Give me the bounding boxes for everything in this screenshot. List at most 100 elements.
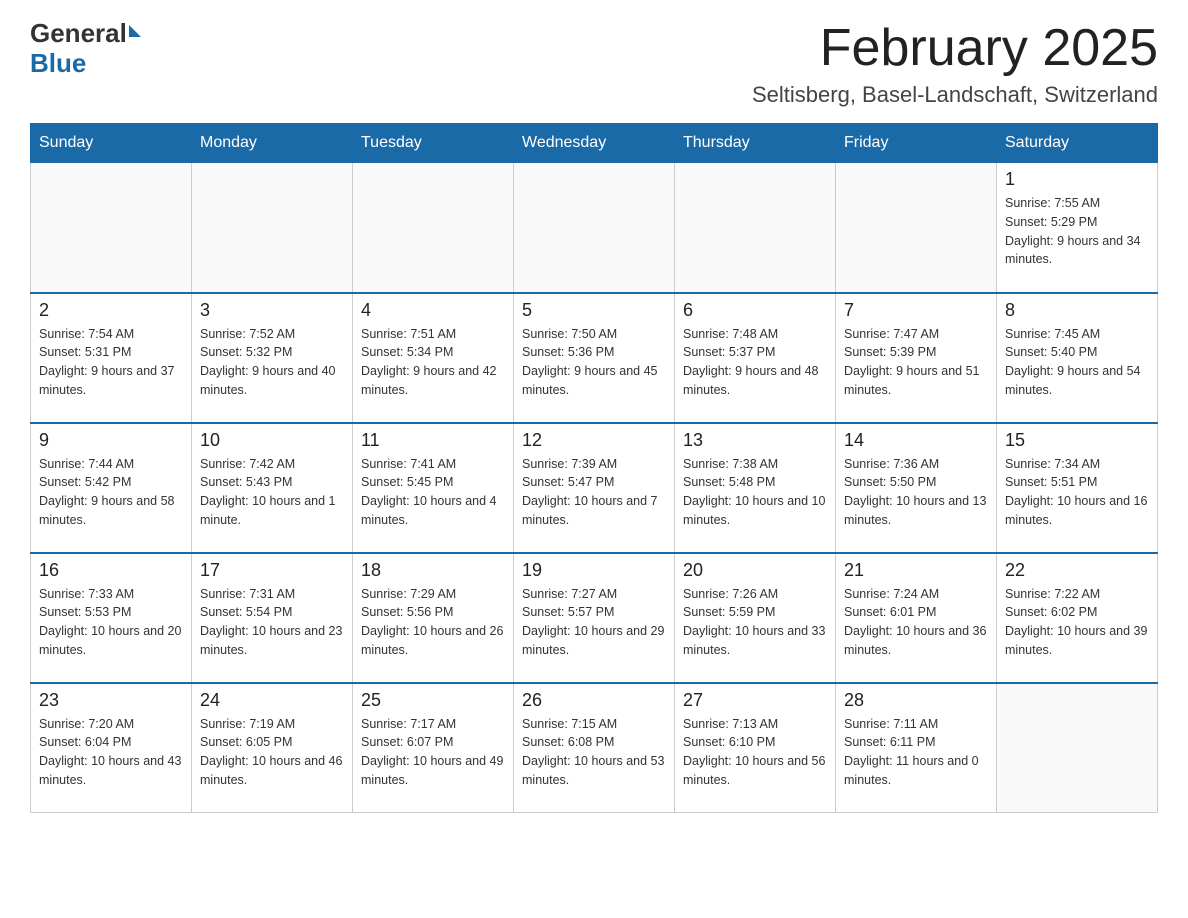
day-info: Sunrise: 7:54 AMSunset: 5:31 PMDaylight:… bbox=[39, 325, 183, 400]
day-info: Sunrise: 7:34 AMSunset: 5:51 PMDaylight:… bbox=[1005, 455, 1149, 530]
day-info: Sunrise: 7:26 AMSunset: 5:59 PMDaylight:… bbox=[683, 585, 827, 660]
day-number: 19 bbox=[522, 560, 666, 581]
calendar-cell-w5-d2: 25 Sunrise: 7:17 AMSunset: 6:07 PMDayligh… bbox=[353, 683, 514, 813]
header-tuesday: Tuesday bbox=[353, 124, 514, 163]
calendar-cell-w3-d4: 13 Sunrise: 7:38 AMSunset: 5:48 PMDayligh… bbox=[675, 423, 836, 553]
day-info: Sunrise: 7:31 AMSunset: 5:54 PMDaylight:… bbox=[200, 585, 344, 660]
calendar-cell-w4-d1: 17Sunrise: 7:31 AMSunset: 5:54 PMDayligh… bbox=[192, 553, 353, 683]
day-info: Sunrise: 7:22 AMSunset: 6:02 PMDaylight:… bbox=[1005, 585, 1149, 660]
day-number: 5 bbox=[522, 300, 666, 321]
day-number: 20 bbox=[683, 560, 827, 581]
header-monday: Monday bbox=[192, 124, 353, 163]
day-info: Sunrise: 7:11 AMSunset: 6:11 PMDaylight:… bbox=[844, 715, 988, 790]
day-number: 1 bbox=[1005, 169, 1149, 190]
day-number: 16 bbox=[39, 560, 183, 581]
calendar-week-3: 9Sunrise: 7:44 AMSunset: 5:42 PMDaylight… bbox=[31, 423, 1158, 553]
calendar-cell-w2-d3: 5 Sunrise: 7:50 AMSunset: 5:36 PMDaylight… bbox=[514, 293, 675, 423]
header-thursday: Thursday bbox=[675, 124, 836, 163]
day-info: Sunrise: 7:29 AMSunset: 5:56 PMDaylight:… bbox=[361, 585, 505, 660]
day-number: 14 bbox=[844, 430, 988, 451]
calendar-cell-w1-d6: 1Sunrise: 7:55 AMSunset: 5:29 PMDaylight… bbox=[997, 163, 1158, 293]
calendar-cell-w2-d2: 4 Sunrise: 7:51 AMSunset: 5:34 PMDaylight… bbox=[353, 293, 514, 423]
day-number: 28 bbox=[844, 690, 988, 711]
calendar-cell-w5-d5: 28 Sunrise: 7:11 AMSunset: 6:11 PMDayligh… bbox=[836, 683, 997, 813]
day-info: Sunrise: 7:45 AMSunset: 5:40 PMDaylight:… bbox=[1005, 325, 1149, 400]
day-info: Sunrise: 7:51 AMSunset: 5:34 PMDaylight:… bbox=[361, 325, 505, 400]
day-info: Sunrise: 7:13 AMSunset: 6:10 PMDaylight:… bbox=[683, 715, 827, 790]
calendar-week-1: 1Sunrise: 7:55 AMSunset: 5:29 PMDaylight… bbox=[31, 163, 1158, 293]
calendar-cell-w1-d3 bbox=[514, 163, 675, 293]
day-info: Sunrise: 7:41 AMSunset: 5:45 PMDaylight:… bbox=[361, 455, 505, 530]
day-number: 2 bbox=[39, 300, 183, 321]
calendar-cell-w4-d6: 22 Sunrise: 7:22 AMSunset: 6:02 PMDayligh… bbox=[997, 553, 1158, 683]
day-info: Sunrise: 7:47 AMSunset: 5:39 PMDaylight:… bbox=[844, 325, 988, 400]
calendar-cell-w3-d1: 10Sunrise: 7:42 AMSunset: 5:43 PMDayligh… bbox=[192, 423, 353, 553]
calendar-week-4: 16 Sunrise: 7:33 AMSunset: 5:53 PMDayligh… bbox=[31, 553, 1158, 683]
day-number: 27 bbox=[683, 690, 827, 711]
title-section: February 2025 Seltisberg, Basel-Landscha… bbox=[752, 20, 1158, 108]
day-number: 3 bbox=[200, 300, 344, 321]
day-info: Sunrise: 7:36 AMSunset: 5:50 PMDaylight:… bbox=[844, 455, 988, 530]
header-wednesday: Wednesday bbox=[514, 124, 675, 163]
logo: General Blue bbox=[30, 20, 141, 79]
page-header: General Blue February 2025 Seltisberg, B… bbox=[30, 20, 1158, 108]
day-number: 11 bbox=[361, 430, 505, 451]
calendar-cell-w5-d1: 24 Sunrise: 7:19 AMSunset: 6:05 PMDayligh… bbox=[192, 683, 353, 813]
day-number: 22 bbox=[1005, 560, 1149, 581]
day-info: Sunrise: 7:24 AMSunset: 6:01 PMDaylight:… bbox=[844, 585, 988, 660]
calendar-cell-w5-d4: 27 Sunrise: 7:13 AMSunset: 6:10 PMDayligh… bbox=[675, 683, 836, 813]
day-info: Sunrise: 7:19 AMSunset: 6:05 PMDaylight:… bbox=[200, 715, 344, 790]
calendar-cell-w2-d1: 3 Sunrise: 7:52 AMSunset: 5:32 PMDaylight… bbox=[192, 293, 353, 423]
calendar-cell-w4-d4: 20 Sunrise: 7:26 AMSunset: 5:59 PMDayligh… bbox=[675, 553, 836, 683]
day-number: 25 bbox=[361, 690, 505, 711]
calendar-cell-w3-d3: 12 Sunrise: 7:39 AMSunset: 5:47 PMDayligh… bbox=[514, 423, 675, 553]
day-number: 24 bbox=[200, 690, 344, 711]
day-number: 8 bbox=[1005, 300, 1149, 321]
calendar-cell-w4-d3: 19 Sunrise: 7:27 AMSunset: 5:57 PMDayligh… bbox=[514, 553, 675, 683]
day-info: Sunrise: 7:33 AMSunset: 5:53 PMDaylight:… bbox=[39, 585, 183, 660]
calendar-cell-w5-d3: 26Sunrise: 7:15 AMSunset: 6:08 PMDayligh… bbox=[514, 683, 675, 813]
day-number: 7 bbox=[844, 300, 988, 321]
header-friday: Friday bbox=[836, 124, 997, 163]
day-info: Sunrise: 7:39 AMSunset: 5:47 PMDaylight:… bbox=[522, 455, 666, 530]
day-number: 9 bbox=[39, 430, 183, 451]
day-number: 13 bbox=[683, 430, 827, 451]
header-sunday: Sunday bbox=[31, 124, 192, 163]
calendar-cell-w5-d0: 23 Sunrise: 7:20 AMSunset: 6:04 PMDayligh… bbox=[31, 683, 192, 813]
day-number: 6 bbox=[683, 300, 827, 321]
day-info: Sunrise: 7:52 AMSunset: 5:32 PMDaylight:… bbox=[200, 325, 344, 400]
calendar-cell-w4-d5: 21 Sunrise: 7:24 AMSunset: 6:01 PMDayligh… bbox=[836, 553, 997, 683]
calendar-cell-w1-d4 bbox=[675, 163, 836, 293]
day-info: Sunrise: 7:50 AMSunset: 5:36 PMDaylight:… bbox=[522, 325, 666, 400]
day-info: Sunrise: 7:38 AMSunset: 5:48 PMDaylight:… bbox=[683, 455, 827, 530]
calendar-cell-w1-d1 bbox=[192, 163, 353, 293]
calendar-cell-w2-d4: 6 Sunrise: 7:48 AMSunset: 5:37 PMDaylight… bbox=[675, 293, 836, 423]
day-info: Sunrise: 7:15 AMSunset: 6:08 PMDaylight:… bbox=[522, 715, 666, 790]
day-number: 18 bbox=[361, 560, 505, 581]
location-subtitle: Seltisberg, Basel-Landschaft, Switzerlan… bbox=[752, 82, 1158, 108]
logo-general-text: General bbox=[30, 20, 127, 46]
weekday-header-row: Sunday Monday Tuesday Wednesday Thursday… bbox=[31, 124, 1158, 163]
calendar-cell-w3-d2: 11 Sunrise: 7:41 AMSunset: 5:45 PMDayligh… bbox=[353, 423, 514, 553]
calendar-cell-w3-d6: 15Sunrise: 7:34 AMSunset: 5:51 PMDayligh… bbox=[997, 423, 1158, 553]
calendar-cell-w2-d0: 2 Sunrise: 7:54 AMSunset: 5:31 PMDaylight… bbox=[31, 293, 192, 423]
day-info: Sunrise: 7:20 AMSunset: 6:04 PMDaylight:… bbox=[39, 715, 183, 790]
day-number: 23 bbox=[39, 690, 183, 711]
calendar-cell-w3-d0: 9Sunrise: 7:44 AMSunset: 5:42 PMDaylight… bbox=[31, 423, 192, 553]
calendar-cell-w5-d6 bbox=[997, 683, 1158, 813]
calendar-cell-w1-d5 bbox=[836, 163, 997, 293]
header-saturday: Saturday bbox=[997, 124, 1158, 163]
day-info: Sunrise: 7:48 AMSunset: 5:37 PMDaylight:… bbox=[683, 325, 827, 400]
logo-arrow-icon bbox=[129, 25, 141, 37]
day-number: 21 bbox=[844, 560, 988, 581]
calendar-week-5: 23 Sunrise: 7:20 AMSunset: 6:04 PMDayligh… bbox=[31, 683, 1158, 813]
calendar-cell-w2-d5: 7 Sunrise: 7:47 AMSunset: 5:39 PMDaylight… bbox=[836, 293, 997, 423]
logo-blue-text: Blue bbox=[30, 48, 86, 79]
calendar-cell-w1-d0 bbox=[31, 163, 192, 293]
day-info: Sunrise: 7:42 AMSunset: 5:43 PMDaylight:… bbox=[200, 455, 344, 530]
calendar-week-2: 2 Sunrise: 7:54 AMSunset: 5:31 PMDaylight… bbox=[31, 293, 1158, 423]
day-number: 4 bbox=[361, 300, 505, 321]
day-info: Sunrise: 7:17 AMSunset: 6:07 PMDaylight:… bbox=[361, 715, 505, 790]
day-number: 12 bbox=[522, 430, 666, 451]
day-info: Sunrise: 7:27 AMSunset: 5:57 PMDaylight:… bbox=[522, 585, 666, 660]
